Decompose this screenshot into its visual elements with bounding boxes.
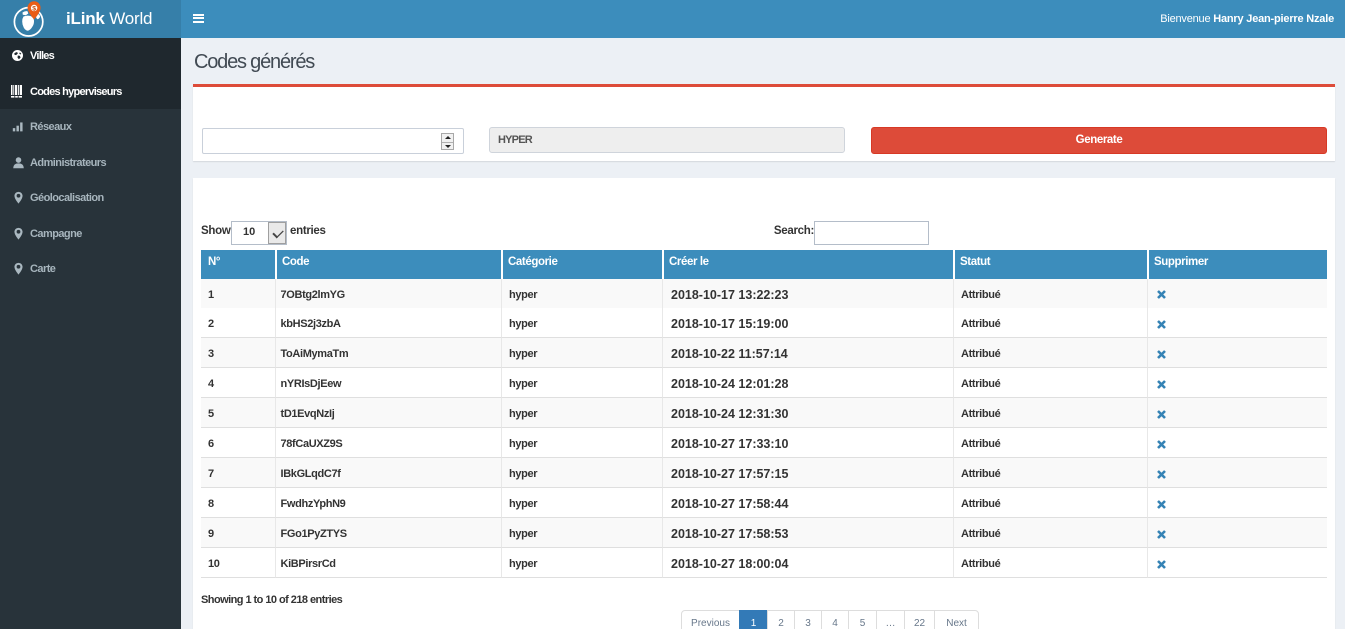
svg-text:$: $	[32, 5, 36, 12]
